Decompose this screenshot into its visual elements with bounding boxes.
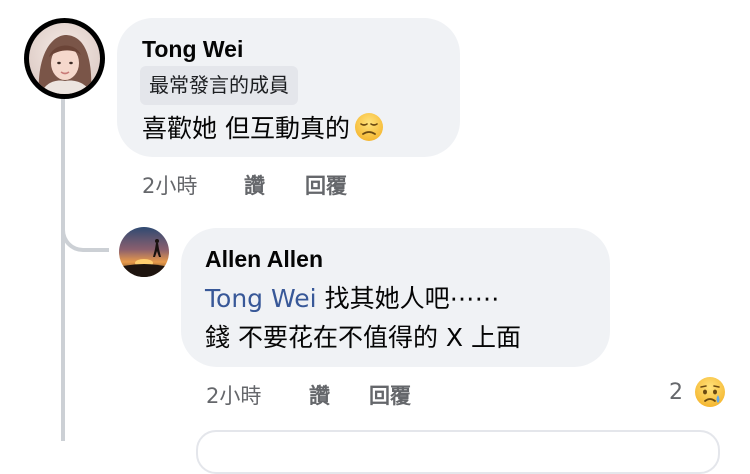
comment-input[interactable] — [196, 430, 720, 474]
thread-line — [61, 96, 65, 441]
avatar-allen-allen[interactable] — [119, 227, 169, 277]
crying-face-icon — [695, 377, 725, 407]
like-button[interactable]: 讚 — [309, 380, 330, 410]
comment-bubble: Tong Wei 最常發言的成員 喜歡她 但互動真的 — [117, 18, 460, 157]
like-button[interactable]: 讚 — [244, 170, 265, 200]
comment-text-line-1: Tong Wei 找其她人吧⋯⋯ — [205, 282, 500, 316]
member-badge[interactable]: 最常發言的成員 — [140, 66, 298, 105]
comment-text-line-2: 錢 不要花在不值得的 X 上面 — [205, 323, 521, 352]
reply-bubble: Allen Allen Tong Wei 找其她人吧⋯⋯ 錢 不要花在不值得的 X… — [181, 228, 610, 367]
reply-connector — [61, 190, 109, 252]
reaction-count: 2 — [669, 380, 683, 405]
comment-text-body: 喜歡她 但互動真的 — [142, 114, 350, 143]
reply-button[interactable]: 回覆 — [305, 170, 347, 200]
avatar-photo — [119, 227, 169, 277]
avatar-tong-wei[interactable] — [24, 18, 105, 99]
mention-link[interactable]: Tong Wei — [205, 284, 317, 313]
comment-text: 喜歡她 但互動真的 — [142, 112, 384, 146]
reply-button[interactable]: 回覆 — [369, 380, 411, 410]
comment-timestamp[interactable]: 2小時 — [142, 170, 197, 200]
disappointed-face-icon — [354, 113, 383, 141]
comment-timestamp[interactable]: 2小時 — [206, 380, 261, 410]
comment-author[interactable]: Tong Wei — [142, 36, 243, 63]
comment-author[interactable]: Allen Allen — [205, 246, 323, 273]
avatar-photo — [29, 23, 100, 94]
comment-text-body: 找其她人吧⋯⋯ — [324, 284, 500, 313]
